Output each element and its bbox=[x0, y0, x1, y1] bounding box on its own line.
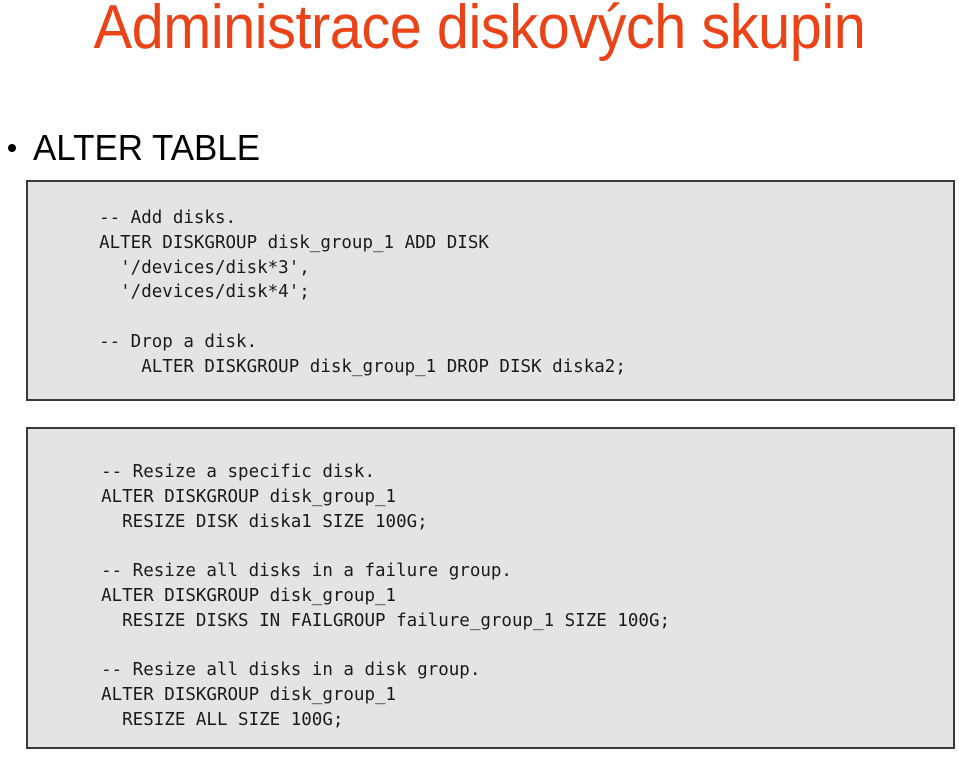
code-line: '/devices/disk*4'; bbox=[78, 282, 310, 303]
code-line: -- Resize all disks in a failure group. bbox=[80, 561, 512, 582]
code-block-resize-disk: -- Resize a specific disk. ALTER DISKGRO… bbox=[26, 427, 955, 749]
code-line: -- Resize all disks in a disk group. bbox=[80, 660, 481, 681]
code-line: ALTER DISKGROUP disk_group_1 bbox=[80, 486, 397, 507]
code-content: -- Resize a specific disk. ALTER DISKGRO… bbox=[28, 429, 953, 733]
code-line: -- Add disks. bbox=[78, 208, 237, 228]
page-title: Administrace diskových skupin bbox=[93, 0, 866, 62]
bullet-dot-icon bbox=[8, 144, 16, 152]
code-line: RESIZE ALL SIZE 100G; bbox=[80, 709, 344, 730]
bullet-item-alter-table: ALTER TABLE bbox=[8, 128, 267, 168]
code-line: -- Drop a disk. bbox=[78, 331, 258, 352]
code-line: ALTER DISKGROUP disk_group_1 bbox=[80, 685, 397, 706]
code-line: ALTER DISKGROUP disk_group_1 DROP DISK d… bbox=[78, 356, 626, 377]
code-block-add-drop-disk: -- Add disks. ALTER DISKGROUP disk_group… bbox=[26, 180, 955, 401]
code-line: RESIZE DISKS IN FAILGROUP failure_group_… bbox=[80, 610, 671, 631]
code-line: -- Resize a specific disk. bbox=[80, 462, 376, 482]
code-line: ALTER DISKGROUP disk_group_1 ADD DISK bbox=[78, 232, 489, 253]
code-content: -- Add disks. ALTER DISKGROUP disk_group… bbox=[28, 182, 953, 380]
code-line: ALTER DISKGROUP disk_group_1 bbox=[80, 585, 397, 606]
code-line: RESIZE DISK diska1 SIZE 100G; bbox=[80, 511, 428, 532]
bullet-item-label: ALTER TABLE bbox=[33, 127, 261, 168]
code-line: '/devices/disk*3', bbox=[78, 257, 310, 278]
